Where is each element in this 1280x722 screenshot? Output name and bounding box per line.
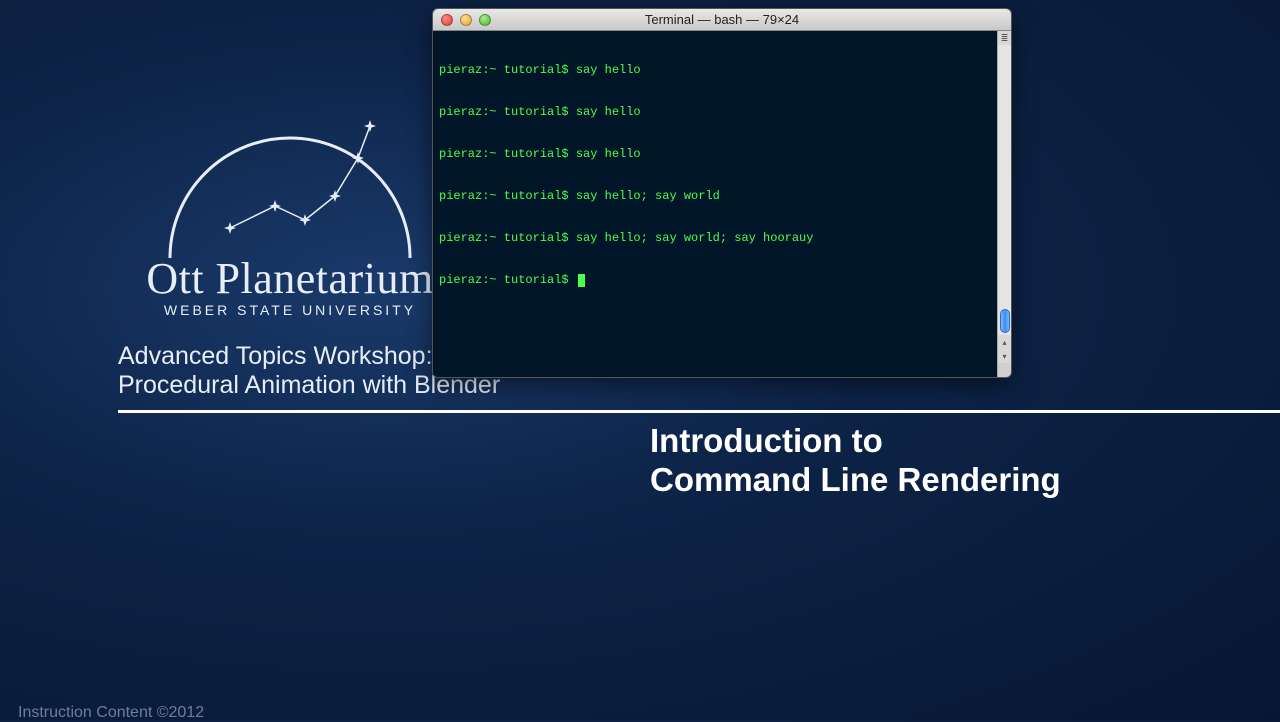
terminal-line: pieraz:~ tutorial$ say hello bbox=[439, 63, 991, 77]
terminal-window[interactable]: Terminal — bash — 79×24 pieraz:~ tutoria… bbox=[432, 8, 1012, 378]
terminal-prompt-line: pieraz:~ tutorial$ bbox=[439, 273, 991, 287]
scrollbar-top-icon: ≣ bbox=[998, 31, 1011, 45]
scroll-down-icon[interactable]: ▾ bbox=[998, 349, 1011, 363]
section-line2: Command Line Rendering bbox=[650, 461, 1061, 500]
minimize-icon[interactable] bbox=[460, 14, 472, 26]
terminal-output[interactable]: pieraz:~ tutorial$ say hello pieraz:~ tu… bbox=[433, 31, 997, 377]
terminal-line: pieraz:~ tutorial$ say hello bbox=[439, 105, 991, 119]
zoom-icon[interactable] bbox=[479, 14, 491, 26]
window-titlebar[interactable]: Terminal — bash — 79×24 bbox=[433, 9, 1011, 31]
logo-subtitle: WEBER STATE UNIVERSITY bbox=[110, 302, 470, 318]
scroll-up-icon[interactable]: ▴ bbox=[998, 335, 1011, 349]
section-line1: Introduction to bbox=[650, 422, 1061, 461]
terminal-line: pieraz:~ tutorial$ say hello bbox=[439, 147, 991, 161]
terminal-line: pieraz:~ tutorial$ say hello; say world bbox=[439, 189, 991, 203]
logo-title: Ott Planetarium bbox=[110, 253, 470, 304]
section-title: Introduction to Command Line Rendering bbox=[650, 422, 1061, 500]
resize-grip-icon[interactable] bbox=[998, 363, 1011, 377]
scrollbar-thumb[interactable] bbox=[1000, 309, 1010, 333]
close-icon[interactable] bbox=[441, 14, 453, 26]
cursor-icon bbox=[578, 274, 585, 287]
footer-copyright: Instruction Content ©2012 bbox=[18, 704, 204, 722]
terminal-line: pieraz:~ tutorial$ say hello; say world;… bbox=[439, 231, 991, 245]
window-controls bbox=[441, 14, 491, 26]
window-title: Terminal — bash — 79×24 bbox=[433, 12, 1011, 27]
planetarium-logo: Ott Planetarium WEBER STATE UNIVERSITY bbox=[110, 60, 470, 280]
dome-arc-icon bbox=[160, 68, 420, 268]
divider bbox=[118, 410, 1280, 413]
scrollbar[interactable]: ≣ ▴ ▾ bbox=[997, 31, 1011, 377]
terminal-prompt: pieraz:~ tutorial$ bbox=[439, 273, 576, 287]
